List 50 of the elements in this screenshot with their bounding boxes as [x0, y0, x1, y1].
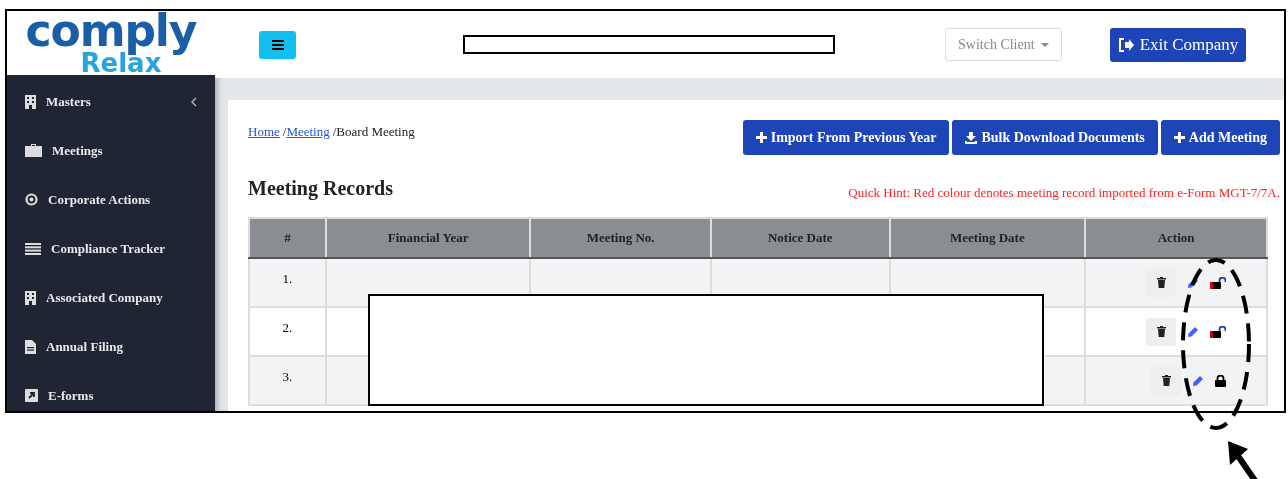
delete-button[interactable] [1151, 366, 1181, 395]
exit-company-button[interactable]: Exit Company [1109, 27, 1247, 62]
circle-icon [25, 193, 38, 206]
trash-icon [1156, 326, 1166, 337]
breadcrumb-separator: / [332, 123, 337, 141]
building-icon [25, 290, 36, 305]
switch-client-dropdown[interactable]: Switch Client [945, 28, 1062, 61]
row-number: 3. [249, 356, 326, 405]
hint-text: Quick Hint: Red colour denotes meeting record imported from e-Form MGT-7/7A. [848, 183, 1280, 202]
action-button[interactable]: Bulk Download Documents [952, 120, 1158, 155]
plus-icon [1173, 132, 1185, 143]
exit-icon [1117, 37, 1134, 52]
sidebar-item[interactable]: Compliance Tracker [7, 224, 215, 273]
sidebar-item[interactable]: Annual Filing [7, 322, 215, 371]
delete-button[interactable] [1146, 317, 1176, 346]
unlock-icon[interactable] [1210, 325, 1226, 338]
menu-icon [271, 39, 284, 50]
trash-icon [1161, 375, 1171, 386]
trash-icon [1156, 277, 1166, 288]
lock-icon[interactable] [1215, 374, 1226, 387]
sidebar-item[interactable]: Associated Company [7, 273, 215, 322]
action-button[interactable]: Import From Previous Year [742, 120, 950, 155]
column-header: Meeting Date [889, 218, 1086, 258]
file-icon [25, 339, 36, 354]
column-header: # [249, 218, 326, 258]
building-icon [25, 94, 36, 109]
column-header: Financial Year [325, 218, 531, 258]
pencil-icon[interactable] [1188, 277, 1198, 288]
sidebar-item[interactable]: Meetings [7, 126, 215, 175]
column-header: Notice Date [711, 218, 890, 258]
sidebar-item[interactable]: Corporate Actions [7, 175, 215, 224]
delete-button[interactable] [1146, 268, 1176, 297]
plus-icon [755, 132, 767, 143]
column-header: Meeting No. [530, 218, 711, 258]
breadcrumb-link[interactable]: Meeting [286, 122, 330, 142]
breadcrumb-current: Board Meeting [336, 123, 415, 141]
unlock-icon[interactable] [1210, 276, 1226, 289]
menu-button[interactable] [259, 30, 296, 59]
sidebar-item[interactable]: Masters [7, 77, 215, 126]
caret-icon [1040, 42, 1049, 47]
briefcase-icon [25, 144, 42, 157]
breadcrumb-link[interactable]: Home [248, 122, 280, 142]
list-icon [25, 242, 41, 255]
section-title: Meeting Records [248, 176, 393, 202]
column-header: Action [1085, 218, 1267, 258]
breadcrumb-separator: / [282, 123, 287, 141]
sidebar-item[interactable]: E-forms [7, 371, 215, 411]
external-link-icon [25, 389, 38, 402]
action-button[interactable]: Add Meeting [1160, 120, 1280, 155]
download-icon [965, 131, 978, 144]
